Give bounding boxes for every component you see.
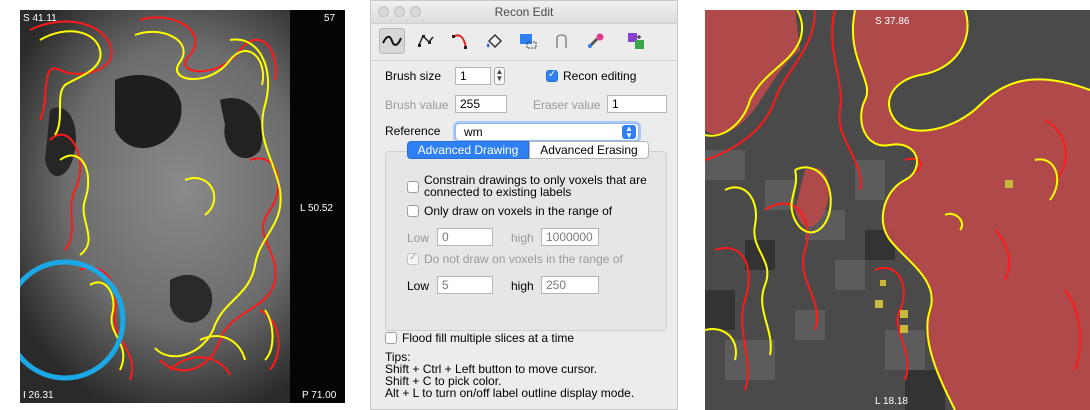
left-mri-view[interactable]: S 41.11 57 L 50.52 I 26.31 P 71.00 [20,10,345,403]
dialog-title: Recon Edit [494,5,554,19]
do-not-draw-range-label: Do not draw on voxels in the range of [424,252,623,266]
contour-icon [520,34,537,49]
range1-low-label: Low [407,231,430,245]
brush-value-label: Brush value [385,98,449,112]
range1-high-input[interactable]: 1000000 [541,228,599,246]
coord-right: L 50.52 [300,203,333,214]
freehand-icon [382,35,402,46]
only-draw-range-checkbox[interactable] [407,205,419,217]
recon-editing-label: Recon editing [563,69,637,83]
right-mri-image [705,10,1090,410]
reference-select[interactable]: wm ▲ ▼ [455,123,639,141]
brush-value-input[interactable]: 255 [455,95,507,113]
eraser-value-input[interactable]: 1 [607,95,667,113]
fill-icon [486,33,503,49]
tips-line: Alt + L to turn on/off label outline dis… [385,386,635,400]
livewire-icon [452,34,467,49]
reference-select-value: wm [464,125,483,139]
flood-fill-label: Flood fill multiple slices at a time [402,331,575,345]
tool-livewire[interactable] [447,28,473,54]
tab-advanced-erasing[interactable]: Advanced Erasing [529,141,649,159]
dialog-titlebar: Recon Edit [371,1,677,24]
recon-editing-checkbox[interactable] [546,69,558,82]
right-mri-view[interactable]: S 37.86 L 18.18 [705,10,1090,410]
brush-size-label: Brush size [385,69,442,83]
tips-block: Tips: Shift + Ctrl + Left button to move… [385,351,634,399]
color-picker-icon [556,34,567,48]
tool-contour[interactable] [515,28,541,54]
coord-bottom: L 18.18 [875,396,908,407]
range1-low-input[interactable]: 0 [437,228,493,246]
left-mri-image [20,10,345,403]
eraser-value-label: Eraser value [533,98,601,112]
constrain-label: Constrain drawings to only voxels that a… [424,173,647,199]
constrain-checkbox[interactable] [407,181,419,193]
coord-bottom-right: P 71.00 [302,390,337,401]
tool-freehand[interactable] [379,28,405,54]
tool-fill[interactable] [481,28,507,54]
coord-top-right: 57 [324,13,336,24]
tool-color-picker[interactable] [549,28,575,54]
coord-top: S 37.86 [875,16,910,27]
range2-high-label: high [511,279,534,293]
only-draw-range-label: Only draw on voxels in the range of [424,204,613,218]
chevron-updown-icon: ▲ ▼ [622,125,636,140]
coord-top-left: S 41.11 [23,13,57,24]
flood-fill-checkbox[interactable] [385,332,397,344]
eyedropper-icon [587,33,604,49]
tab-advanced-drawing[interactable]: Advanced Drawing [407,141,529,159]
recon-edit-dialog: Recon Edit Brush size 1 ▲▼ Recon editin [370,0,678,410]
brush-size-input[interactable]: 1 [455,67,491,85]
tool-polyline[interactable] [413,28,439,54]
range1-high-label: high [511,231,534,245]
range2-low-label: Low [407,279,430,293]
coord-bottom-left: I 26.31 [23,390,54,401]
tool-toolbar [371,24,677,61]
do-not-draw-range-checkbox[interactable] [407,252,419,265]
tool-clone[interactable] [623,28,649,54]
tool-eyedropper[interactable] [583,28,609,54]
reference-label: Reference [385,124,441,138]
brush-size-stepper[interactable]: ▲ ▼ [494,67,505,85]
polyline-icon [418,34,434,47]
clone-icon [628,33,644,49]
range2-high-input[interactable]: 250 [541,276,599,294]
range2-low-input[interactable]: 5 [437,276,493,294]
